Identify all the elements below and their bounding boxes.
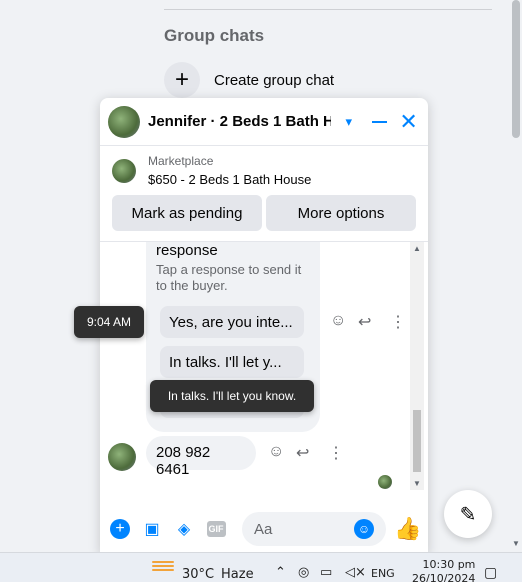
chevron-up-icon[interactable]: ⌃ [275, 565, 286, 580]
sender-avatar[interactable] [108, 443, 136, 471]
minimize-icon[interactable] [372, 120, 388, 123]
sticker-icon[interactable]: ◈ [172, 517, 196, 541]
marketplace-panel: Marketplace $650 - 2 Beds 1 Bath House M… [100, 146, 428, 242]
create-group-chat-label: Create group chat [214, 71, 335, 89]
scroll-down-arrow-icon[interactable]: ▼ [512, 539, 520, 548]
volume-muted-icon[interactable]: ◁× [345, 565, 366, 580]
temperature[interactable]: 30°C [182, 567, 214, 582]
more-icon[interactable]: ⋮ [390, 312, 406, 332]
add-icon[interactable]: + [108, 517, 132, 541]
marketplace-label: Marketplace [148, 154, 214, 168]
clock-time: 10:30 pm [422, 558, 476, 571]
quick-reply-hint: Tap a response to send it to the buyer. [156, 262, 302, 293]
close-icon[interactable]: ✕ [397, 110, 420, 133]
message-bubble[interactable]: 208 982 6461 [146, 436, 256, 478]
page-scrollbar-thumb[interactable] [512, 0, 520, 138]
haze-icon[interactable] [152, 561, 174, 575]
thread-scrollbar[interactable]: ▲ ▼ [410, 242, 424, 490]
thread-scrollbar-thumb[interactable] [413, 410, 421, 472]
react-icon[interactable]: ☺ [268, 443, 284, 461]
listing-title[interactable]: $650 - 2 Beds 1 Bath House [148, 172, 311, 187]
avatar[interactable] [108, 105, 140, 138]
more-icon[interactable]: ⋮ [328, 443, 344, 463]
reply-preview-tooltip: In talks. I'll let you know. [150, 380, 314, 412]
scroll-down-arrow-icon[interactable]: ▼ [413, 479, 421, 488]
seen-avatar [378, 475, 392, 489]
emoji-icon[interactable]: ☺ [354, 519, 374, 539]
reply-icon[interactable]: ↩ [358, 312, 371, 332]
scroll-up-arrow-icon[interactable]: ▲ [413, 244, 421, 253]
gif-icon[interactable]: GIF [204, 517, 228, 541]
timestamp-tooltip: 9:04 AM [74, 306, 144, 338]
section-heading: Group chats [164, 26, 265, 45]
plus-icon: + [164, 62, 200, 98]
thumbs-up-icon[interactable]: 👍 [394, 516, 421, 542]
composer: + ▣ ◈ GIF ☺ 👍 [100, 504, 428, 554]
taskbar: 30°C Haze ⌃ ◎ ▭ ◁× ENG 10:30 pm 26/10/20… [0, 552, 522, 582]
reply-icon[interactable]: ↩ [296, 443, 309, 463]
message-thread: response Tap a response to send it to th… [100, 242, 428, 496]
camera-icon[interactable]: ◎ [298, 565, 309, 580]
chat-header: Jennifer · 2 Beds 1 Bath Ho... ▾ ✕ [100, 98, 428, 146]
create-group-chat-button[interactable]: + Create group chat [164, 62, 334, 98]
quick-reply-option[interactable]: In talks. I'll let y... [160, 346, 304, 378]
chevron-down-icon[interactable]: ▾ [337, 114, 360, 130]
page-scrollbar[interactable]: ▼ [510, 0, 522, 552]
quick-reply-title: response [156, 242, 218, 259]
chat-window: Jennifer · 2 Beds 1 Bath Ho... ▾ ✕ Marke… [100, 98, 428, 554]
listing-thumbnail[interactable] [112, 158, 136, 183]
chat-title[interactable]: Jennifer · 2 Beds 1 Bath Ho... [148, 113, 331, 130]
network-icon[interactable]: ▭ [320, 565, 332, 580]
notification-icon[interactable]: ▢ [484, 565, 497, 581]
language-indicator[interactable]: ENG [371, 567, 395, 580]
photo-icon[interactable]: ▣ [140, 517, 164, 541]
quick-reply-option[interactable]: Yes, are you inte... [160, 306, 304, 338]
clock-date: 26/10/2024 [412, 572, 476, 582]
weather-label[interactable]: Haze [221, 567, 254, 582]
new-message-icon[interactable]: ✎ [444, 490, 492, 538]
react-icon[interactable]: ☺ [330, 312, 346, 330]
more-options-button[interactable]: More options [266, 195, 416, 231]
mark-as-pending-button[interactable]: Mark as pending [112, 195, 262, 231]
divider [164, 9, 492, 10]
clock[interactable]: 10:30 pm 26/10/2024 [412, 558, 475, 582]
